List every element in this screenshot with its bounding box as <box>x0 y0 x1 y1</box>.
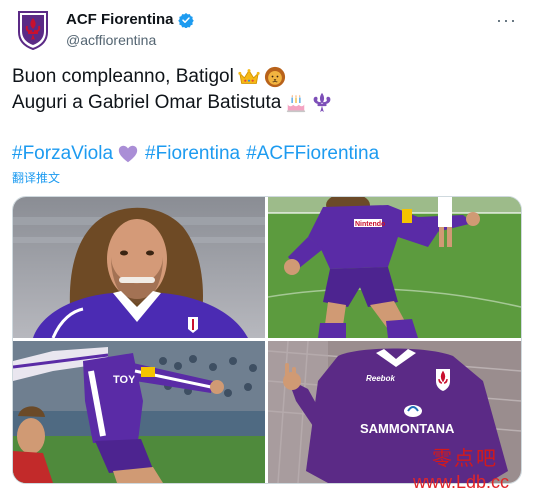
hashtag-fiorentina[interactable]: #Fiorentina <box>145 141 240 167</box>
tweet-header: ACF Fiorentina @acffiorentina ··· <box>12 8 521 52</box>
hashtag-forzaviola[interactable]: #ForzaViola <box>12 141 113 167</box>
avatar[interactable] <box>16 10 50 50</box>
sponsor-sammontana-text: SAMMONTANA <box>360 421 455 436</box>
tweet-body: Buon compleanno, Batigol Auguri a Gabrie… <box>12 64 522 116</box>
lion-icon <box>264 66 285 88</box>
verified-badge-icon <box>177 13 194 28</box>
machine-gun-image: TOY <box>13 341 265 483</box>
translate-tweet-link[interactable]: 翻译推文 <box>12 169 60 186</box>
watermark-url: www.Ldb.cc <box>413 472 510 492</box>
portrait-image <box>13 197 265 338</box>
celebration-image: Nintendo <box>268 197 521 338</box>
sponsor-nintendo-text: Nintendo <box>355 221 385 228</box>
birthday-cake-icon <box>287 94 306 113</box>
fiorentina-crest-icon <box>18 11 48 50</box>
more-options-icon[interactable]: ··· <box>496 10 517 31</box>
tweet-line-2: Auguri a Gabriel Omar Batistuta <box>12 92 282 113</box>
display-name[interactable]: ACF Fiorentina <box>66 11 174 29</box>
sponsor-reebok-text: Reebok <box>366 374 395 383</box>
photo-celebration-pitch[interactable]: Nintendo <box>268 197 521 338</box>
hashtag-acffiorentina[interactable]: #ACFFiorentina <box>246 141 379 167</box>
crown-icon <box>238 69 260 84</box>
watermark-chinese: 零点吧 <box>432 446 498 470</box>
fleur-de-lis-icon <box>313 92 331 113</box>
hashtag-row: #ForzaViola #Fiorentina #ACFFiorentina <box>12 141 379 167</box>
photo-machine-gun-celebration[interactable]: TOY <box>13 341 265 483</box>
tweet-line-1: Buon compleanno, Batigol <box>12 66 234 87</box>
shirt-text: TOY <box>113 374 136 386</box>
handle[interactable]: @acffiorentina <box>66 31 194 49</box>
media-grid: Nintendo TOY Reebok SAMMONTANA <box>12 196 522 484</box>
purple-heart-icon <box>118 145 138 163</box>
photo-portrait[interactable] <box>13 197 265 338</box>
